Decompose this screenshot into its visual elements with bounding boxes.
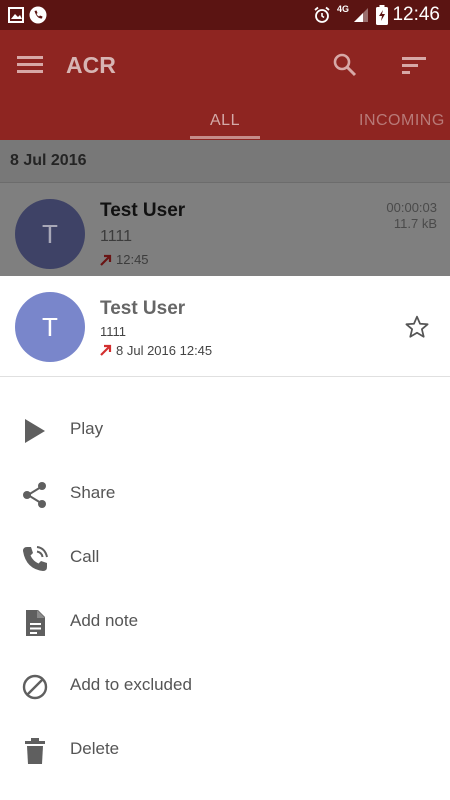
date-header-label: 8 Jul 2016 <box>10 152 87 169</box>
contact-number: 1111 <box>100 324 127 339</box>
network-type: 4G <box>337 4 350 14</box>
avatar-letter: T <box>42 218 58 249</box>
phone-icon <box>29 6 47 24</box>
date-header: 8 Jul 2016 <box>0 140 450 183</box>
menu-item-label: Delete <box>70 739 120 758</box>
gallery-icon <box>8 7 24 23</box>
contact-name: Test User <box>100 298 186 319</box>
note-icon <box>26 610 45 636</box>
app-title: ACR <box>66 52 116 78</box>
menu-item-call[interactable]: Call <box>0 526 450 590</box>
signal-icon <box>354 8 368 22</box>
outgoing-call-icon <box>100 254 112 266</box>
tab-incoming[interactable]: INCOMING <box>359 112 445 130</box>
search-icon[interactable] <box>332 52 358 78</box>
file-size: 11.7 kB <box>393 216 437 231</box>
trash-icon <box>25 738 45 764</box>
avatar: T <box>15 292 85 362</box>
contact-name: Test User <box>100 200 186 221</box>
tab-all[interactable]: ALL <box>210 112 240 130</box>
menu-item-label: Add note <box>70 611 139 630</box>
duration: 00:00:03 <box>386 200 437 215</box>
sort-icon[interactable] <box>402 55 428 75</box>
avatar-letter: T <box>42 311 58 342</box>
active-tab-indicator <box>190 136 260 139</box>
call-time: 12:45 <box>116 252 149 267</box>
menu-item-delete[interactable]: Delete <box>0 718 450 782</box>
menu-item-add-note[interactable]: Add note <box>0 590 450 654</box>
menu-item-play[interactable]: Play <box>0 398 450 462</box>
menu-item-label: Add to excluded <box>70 675 192 694</box>
star-icon[interactable] <box>404 314 430 340</box>
menu-item-label: Play <box>70 419 104 438</box>
menu-icon[interactable] <box>17 54 43 74</box>
alarm-icon <box>314 6 330 23</box>
sheet-header: T Test User 1111 8 Jul 2016 12:45 <box>0 276 450 377</box>
share-icon <box>23 482 46 508</box>
menu-item-label: Share <box>70 483 116 502</box>
call-datetime: 8 Jul 2016 12:45 <box>116 343 213 358</box>
dimmed-recording-list: 8 Jul 2016 T Test User 1111 12:45 00:00:… <box>0 140 450 276</box>
menu-item-label: Call <box>70 547 100 566</box>
list-item[interactable]: T Test User 1111 12:45 00:00:03 11.7 kB <box>0 184 450 276</box>
contact-number: 1111 <box>100 228 133 245</box>
avatar: T <box>15 199 85 269</box>
play-icon <box>25 419 45 443</box>
menu-item-share[interactable]: Share <box>0 462 450 526</box>
status-time: 12:46 <box>392 4 440 25</box>
app-bar: ACR ALL INCOMING <box>0 30 450 140</box>
bottom-sheet: T Test User 1111 8 Jul 2016 12:45 Play S… <box>0 276 450 800</box>
outgoing-call-icon <box>100 344 112 356</box>
menu-item-add-to-excluded[interactable]: Add to excluded <box>0 654 450 718</box>
status-bar: 4G 12:46 <box>0 0 450 30</box>
block-icon <box>22 674 48 700</box>
phone-in-talk-icon <box>23 546 48 571</box>
battery-charging-icon <box>376 5 388 25</box>
